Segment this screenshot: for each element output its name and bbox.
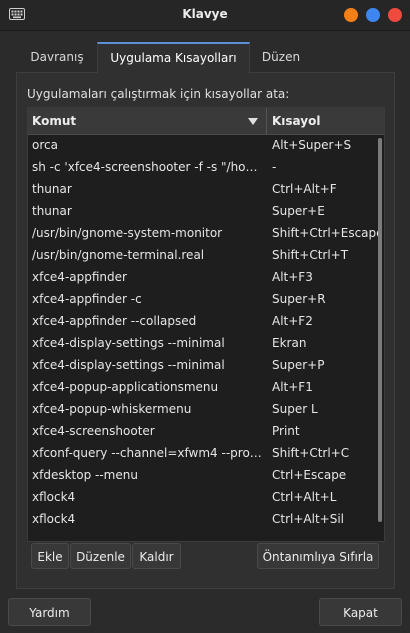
table-row[interactable]: xflock4 Ctrl+Alt+L bbox=[28, 486, 376, 508]
remove-button[interactable]: Kaldır bbox=[132, 543, 181, 569]
row-command: xfce4-popup-applicationsmenu bbox=[32, 380, 219, 394]
table-row[interactable]: xfce4-popup-whiskermenu Super L bbox=[28, 398, 376, 420]
row-shortcut: Super L bbox=[272, 402, 318, 416]
row-command: xfce4-display-settings --minimal bbox=[32, 336, 225, 350]
table-row[interactable]: orca Alt+Super+S bbox=[28, 134, 376, 156]
tab-layout[interactable]: Düzen bbox=[249, 42, 313, 73]
table-body: orca Alt+Super+S sh -c 'xfce4-screenshoote… bbox=[28, 134, 380, 530]
row-shortcut: Alt+F2 bbox=[272, 314, 313, 328]
scrollbar[interactable] bbox=[378, 138, 382, 522]
edit-button[interactable]: Düzenle bbox=[70, 543, 131, 569]
row-command: xflock4 bbox=[32, 512, 76, 526]
row-shortcut: Ctrl+Escape bbox=[272, 468, 347, 482]
row-shortcut: Shift+Ctrl+C bbox=[272, 446, 350, 460]
row-command: thunar bbox=[32, 204, 72, 218]
tab-behavior[interactable]: Davranış bbox=[16, 42, 98, 73]
row-shortcut: Shift+Ctrl+Escape bbox=[272, 226, 380, 240]
row-shortcut: Alt+Super+S bbox=[272, 138, 352, 152]
close-window-button[interactable] bbox=[388, 8, 402, 22]
row-command: xfce4-display-settings --minimal bbox=[32, 358, 225, 372]
table-row[interactable]: xfce4-appfinder Alt+F3 bbox=[28, 266, 376, 288]
add-button[interactable]: Ekle bbox=[31, 543, 69, 569]
row-command: /usr/bin/gnome-terminal.real bbox=[32, 248, 205, 262]
sort-descending-icon[interactable] bbox=[248, 118, 258, 125]
column-header-shortcut[interactable]: Kısayol bbox=[272, 108, 320, 134]
row-command: sh -c 'xfce4-screenshooter -f -s "/home/… bbox=[32, 160, 264, 174]
row-command: xfce4-appfinder -c bbox=[32, 292, 142, 306]
table-row[interactable]: xfdesktop --menu Ctrl+Escape bbox=[28, 464, 376, 486]
table-row[interactable]: xfce4-appfinder -c Super+R bbox=[28, 288, 376, 310]
table-row[interactable]: xfce4-display-settings --minimal Ekran bbox=[28, 332, 376, 354]
row-command: xfce4-appfinder --collapsed bbox=[32, 314, 197, 328]
row-command: orca bbox=[32, 138, 58, 152]
row-command: xfdesktop --menu bbox=[32, 468, 138, 482]
row-shortcut: Super+R bbox=[272, 292, 326, 306]
close-button[interactable]: Kapat bbox=[319, 598, 402, 626]
row-command: xfce4-popup-whiskermenu bbox=[32, 402, 192, 416]
table-row[interactable]: thunar Ctrl+Alt+F bbox=[28, 178, 376, 200]
column-header-command[interactable]: Komut bbox=[32, 108, 76, 134]
row-shortcut: Alt+F1 bbox=[272, 380, 313, 394]
row-shortcut: - bbox=[272, 160, 277, 174]
shortcuts-table[interactable]: Komut Kısayol orca Alt+Super+S sh -c 'xfce… bbox=[27, 107, 385, 542]
shortcuts-description: Uygulamaları çalıştırmak için kısayollar… bbox=[27, 87, 290, 101]
row-shortcut: Ctrl+Alt+F bbox=[272, 182, 337, 196]
help-button[interactable]: Yardım bbox=[8, 598, 91, 626]
table-row[interactable]: /usr/bin/gnome-terminal.real Shift+Ctrl+T bbox=[28, 244, 376, 266]
table-row[interactable]: /usr/bin/gnome-system-monitor Shift+Ctrl+… bbox=[28, 222, 380, 244]
row-shortcut: Super+P bbox=[272, 358, 325, 372]
table-row[interactable]: xfconf-query --channel=xfwm4 --property=… bbox=[28, 442, 376, 464]
row-command: xfconf-query --channel=xfwm4 --property=… bbox=[32, 446, 264, 460]
table-row[interactable]: xfce4-display-settings --minimal Super+P bbox=[28, 354, 376, 376]
row-shortcut: Ekran bbox=[272, 336, 307, 350]
row-command: thunar bbox=[32, 182, 72, 196]
table-row[interactable]: thunar Super+E bbox=[28, 200, 376, 222]
row-command: xfce4-screenshooter bbox=[32, 424, 155, 438]
row-shortcut: Print bbox=[272, 424, 300, 438]
row-shortcut: Shift+Ctrl+T bbox=[272, 248, 349, 262]
row-shortcut: Alt+F3 bbox=[272, 270, 313, 284]
row-shortcut: Super+E bbox=[272, 204, 325, 218]
table-row[interactable]: xfce4-screenshooter Print bbox=[28, 420, 376, 442]
table-row[interactable]: xfce4-appfinder --collapsed Alt+F2 bbox=[28, 310, 376, 332]
table-row[interactable]: xfce4-popup-applicationsmenu Alt+F1 bbox=[28, 376, 376, 398]
table-row[interactable]: xflock4 Ctrl+Alt+Sil bbox=[28, 508, 376, 530]
row-command: xfce4-appfinder bbox=[32, 270, 127, 284]
column-separator bbox=[266, 108, 267, 134]
table-header: Komut Kısayol bbox=[28, 108, 384, 135]
maximize-button[interactable] bbox=[366, 8, 380, 22]
row-command: /usr/bin/gnome-system-monitor bbox=[32, 226, 223, 240]
reset-to-default-button[interactable]: Öntanımlıya Sıfırla bbox=[257, 543, 379, 569]
row-command: xflock4 bbox=[32, 490, 76, 504]
title-bar[interactable]: Klavye bbox=[0, 0, 410, 31]
row-shortcut: Ctrl+Alt+Sil bbox=[272, 512, 344, 526]
table-row[interactable]: sh -c 'xfce4-screenshooter -f -s "/home/… bbox=[28, 156, 376, 178]
minimize-button[interactable] bbox=[344, 8, 358, 22]
row-shortcut: Ctrl+Alt+L bbox=[272, 490, 337, 504]
tab-application-shortcuts[interactable]: Uygulama Kısayolları bbox=[97, 42, 250, 74]
